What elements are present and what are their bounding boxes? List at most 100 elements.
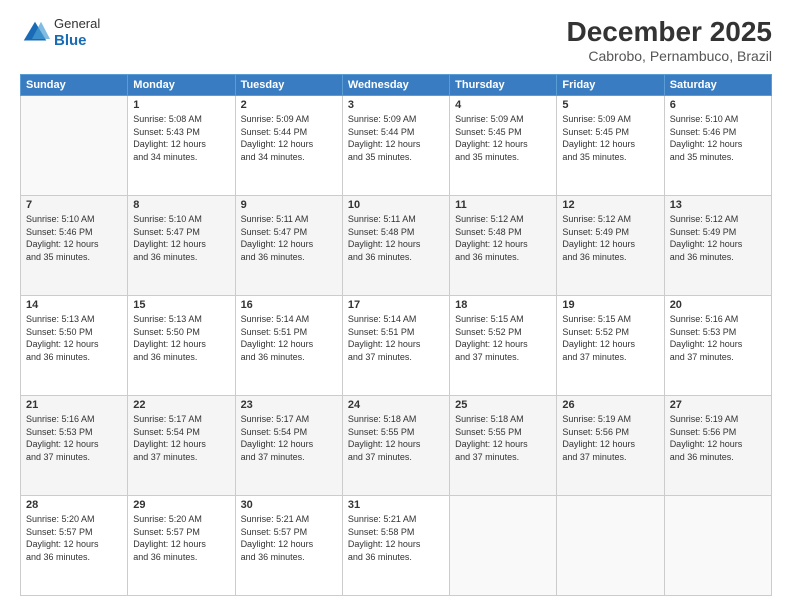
- calendar-day-cell: [450, 496, 557, 596]
- calendar-day-cell: 8Sunrise: 5:10 AM Sunset: 5:47 PM Daylig…: [128, 196, 235, 296]
- calendar-header-row: SundayMondayTuesdayWednesdayThursdayFrid…: [21, 75, 772, 96]
- calendar-table: SundayMondayTuesdayWednesdayThursdayFrid…: [20, 74, 772, 596]
- day-number: 29: [133, 499, 229, 511]
- day-number: 18: [455, 299, 551, 311]
- calendar-day-cell: 5Sunrise: 5:09 AM Sunset: 5:45 PM Daylig…: [557, 96, 664, 196]
- day-info: Sunrise: 5:08 AM Sunset: 5:43 PM Dayligh…: [133, 113, 229, 163]
- day-info: Sunrise: 5:14 AM Sunset: 5:51 PM Dayligh…: [348, 313, 444, 363]
- calendar-day-cell: 11 Sunrise: 5:12 AM Sunset: 5:48 PM Dayli…: [450, 196, 557, 296]
- day-info: Sunrise: 5:16 AM Sunset: 5:53 PM Dayligh…: [26, 413, 122, 463]
- day-number: 9: [241, 199, 337, 211]
- calendar-day-cell: 3 Sunrise: 5:09 AM Sunset: 5:44 PM Daylig…: [342, 96, 449, 196]
- logo-general: General: [54, 16, 100, 32]
- logo-text: General Blue: [54, 16, 100, 50]
- day-number: 22: [133, 399, 229, 411]
- day-info: Sunrise: 5:21 AM Sunset: 5:57 PM Dayligh…: [241, 513, 337, 563]
- day-number: 15: [133, 299, 229, 311]
- calendar-day-cell: [664, 496, 771, 596]
- day-info: Sunrise: 5:12 AM Sunset: 5:48 PM Dayligh…: [455, 213, 551, 263]
- day-number: 25: [455, 399, 551, 411]
- day-info: Sunrise: 5:16 AM Sunset: 5:53 PM Dayligh…: [670, 313, 766, 363]
- logo-icon: [20, 18, 50, 48]
- calendar-week-row: 7Sunrise: 5:10 AM Sunset: 5:46 PM Daylig…: [21, 196, 772, 296]
- calendar-day-cell: [557, 496, 664, 596]
- weekday-header: Wednesday: [342, 75, 449, 96]
- day-number: 31: [348, 499, 444, 511]
- day-info: Sunrise: 5:13 AM Sunset: 5:50 PM Dayligh…: [26, 313, 122, 363]
- calendar-day-cell: 24 Sunrise: 5:18 AM Sunset: 5:55 PM Dayli…: [342, 396, 449, 496]
- page: General Blue December 2025 Cabrobo, Pern…: [0, 0, 792, 612]
- calendar-week-row: 1 Sunrise: 5:08 AM Sunset: 5:43 PM Daylig…: [21, 96, 772, 196]
- day-info: Sunrise: 5:11 AM Sunset: 5:48 PM Dayligh…: [348, 213, 444, 263]
- calendar-day-cell: 9 Sunrise: 5:11 AM Sunset: 5:47 PM Daylig…: [235, 196, 342, 296]
- day-number: 17: [348, 299, 444, 311]
- day-info: Sunrise: 5:19 AM Sunset: 5:56 PM Dayligh…: [562, 413, 658, 463]
- calendar-day-cell: 25 Sunrise: 5:18 AM Sunset: 5:55 PM Dayli…: [450, 396, 557, 496]
- weekday-header: Tuesday: [235, 75, 342, 96]
- calendar-day-cell: 27 Sunrise: 5:19 AM Sunset: 5:56 PM Dayli…: [664, 396, 771, 496]
- main-title: December 2025: [567, 16, 772, 48]
- calendar-day-cell: 22 Sunrise: 5:17 AM Sunset: 5:54 PM Dayli…: [128, 396, 235, 496]
- calendar-day-cell: 29Sunrise: 5:20 AM Sunset: 5:57 PM Dayli…: [128, 496, 235, 596]
- logo: General Blue: [20, 16, 100, 50]
- day-number: 27: [670, 399, 766, 411]
- day-info: Sunrise: 5:09 AM Sunset: 5:45 PM Dayligh…: [455, 113, 551, 163]
- day-info: Sunrise: 5:20 AM Sunset: 5:57 PM Dayligh…: [26, 513, 122, 563]
- day-number: 10: [348, 199, 444, 211]
- weekday-header: Friday: [557, 75, 664, 96]
- day-number: 8: [133, 199, 229, 211]
- calendar-day-cell: 15 Sunrise: 5:13 AM Sunset: 5:50 PM Dayli…: [128, 296, 235, 396]
- day-number: 14: [26, 299, 122, 311]
- day-info: Sunrise: 5:11 AM Sunset: 5:47 PM Dayligh…: [241, 213, 337, 263]
- day-info: Sunrise: 5:19 AM Sunset: 5:56 PM Dayligh…: [670, 413, 766, 463]
- calendar-day-cell: 10 Sunrise: 5:11 AM Sunset: 5:48 PM Dayli…: [342, 196, 449, 296]
- header: General Blue December 2025 Cabrobo, Pern…: [20, 16, 772, 64]
- day-info: Sunrise: 5:10 AM Sunset: 5:46 PM Dayligh…: [670, 113, 766, 163]
- day-info: Sunrise: 5:21 AM Sunset: 5:58 PM Dayligh…: [348, 513, 444, 563]
- day-number: 3: [348, 99, 444, 111]
- day-info: Sunrise: 5:09 AM Sunset: 5:44 PM Dayligh…: [241, 113, 337, 163]
- weekday-header: Saturday: [664, 75, 771, 96]
- calendar-day-cell: 18 Sunrise: 5:15 AM Sunset: 5:52 PM Dayli…: [450, 296, 557, 396]
- day-info: Sunrise: 5:09 AM Sunset: 5:44 PM Dayligh…: [348, 113, 444, 163]
- day-number: 20: [670, 299, 766, 311]
- day-number: 23: [241, 399, 337, 411]
- day-number: 13: [670, 199, 766, 211]
- calendar-week-row: 21 Sunrise: 5:16 AM Sunset: 5:53 PM Dayli…: [21, 396, 772, 496]
- calendar-day-cell: 7Sunrise: 5:10 AM Sunset: 5:46 PM Daylig…: [21, 196, 128, 296]
- calendar-day-cell: 16Sunrise: 5:14 AM Sunset: 5:51 PM Dayli…: [235, 296, 342, 396]
- day-number: 4: [455, 99, 551, 111]
- day-number: 24: [348, 399, 444, 411]
- day-number: 12: [562, 199, 658, 211]
- day-info: Sunrise: 5:17 AM Sunset: 5:54 PM Dayligh…: [241, 413, 337, 463]
- calendar-day-cell: 6 Sunrise: 5:10 AM Sunset: 5:46 PM Daylig…: [664, 96, 771, 196]
- day-info: Sunrise: 5:14 AM Sunset: 5:51 PM Dayligh…: [241, 313, 337, 363]
- calendar-day-cell: 2 Sunrise: 5:09 AM Sunset: 5:44 PM Daylig…: [235, 96, 342, 196]
- day-number: 30: [241, 499, 337, 511]
- weekday-header: Monday: [128, 75, 235, 96]
- logo-blue: Blue: [54, 32, 100, 50]
- day-info: Sunrise: 5:18 AM Sunset: 5:55 PM Dayligh…: [455, 413, 551, 463]
- subtitle: Cabrobo, Pernambuco, Brazil: [567, 48, 772, 64]
- day-info: Sunrise: 5:15 AM Sunset: 5:52 PM Dayligh…: [455, 313, 551, 363]
- calendar-day-cell: 1 Sunrise: 5:08 AM Sunset: 5:43 PM Daylig…: [128, 96, 235, 196]
- day-number: 11: [455, 199, 551, 211]
- day-info: Sunrise: 5:13 AM Sunset: 5:50 PM Dayligh…: [133, 313, 229, 363]
- day-number: 6: [670, 99, 766, 111]
- day-number: 19: [562, 299, 658, 311]
- day-info: Sunrise: 5:12 AM Sunset: 5:49 PM Dayligh…: [670, 213, 766, 263]
- day-info: Sunrise: 5:15 AM Sunset: 5:52 PM Dayligh…: [562, 313, 658, 363]
- day-number: 21: [26, 399, 122, 411]
- calendar-day-cell: 31 Sunrise: 5:21 AM Sunset: 5:58 PM Dayli…: [342, 496, 449, 596]
- calendar-day-cell: [21, 96, 128, 196]
- day-info: Sunrise: 5:18 AM Sunset: 5:55 PM Dayligh…: [348, 413, 444, 463]
- day-number: 2: [241, 99, 337, 111]
- calendar-day-cell: 23 Sunrise: 5:17 AM Sunset: 5:54 PM Dayli…: [235, 396, 342, 496]
- calendar-day-cell: 13 Sunrise: 5:12 AM Sunset: 5:49 PM Dayli…: [664, 196, 771, 296]
- day-number: 1: [133, 99, 229, 111]
- calendar-day-cell: 17 Sunrise: 5:14 AM Sunset: 5:51 PM Dayli…: [342, 296, 449, 396]
- day-info: Sunrise: 5:17 AM Sunset: 5:54 PM Dayligh…: [133, 413, 229, 463]
- calendar-day-cell: 21 Sunrise: 5:16 AM Sunset: 5:53 PM Dayli…: [21, 396, 128, 496]
- day-info: Sunrise: 5:09 AM Sunset: 5:45 PM Dayligh…: [562, 113, 658, 163]
- day-number: 28: [26, 499, 122, 511]
